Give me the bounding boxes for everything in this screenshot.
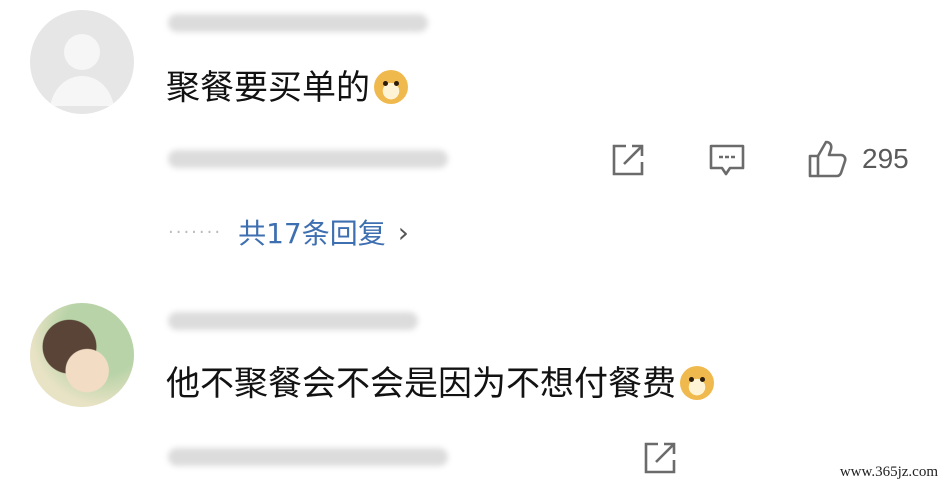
username-blurred (168, 14, 428, 32)
timestamp-blurred (168, 150, 448, 168)
comment-text: 聚餐要买单的 (166, 68, 408, 108)
username-blurred (168, 312, 418, 330)
avatar[interactable] (30, 303, 134, 407)
watermark: www.365jz.com (835, 463, 942, 482)
replies-count-label: 共17条回复 (238, 217, 386, 250)
share-button[interactable] (642, 440, 678, 476)
avatar[interactable] (30, 10, 134, 114)
timestamp-blurred (168, 448, 448, 466)
like-button[interactable]: 295 (806, 138, 909, 180)
comment-icon (709, 144, 745, 176)
chevron-right-icon: › (397, 215, 409, 249)
share-icon (644, 442, 676, 474)
reply-button[interactable] (708, 142, 746, 178)
share-icon (612, 144, 644, 176)
doge-emoji (680, 366, 714, 400)
doge-emoji (374, 70, 408, 104)
view-replies-link[interactable]: ······· 共17条回复 › (168, 212, 409, 252)
like-count: 295 (862, 143, 909, 174)
divider-dots: ······· (168, 221, 223, 243)
default-avatar-icon (50, 34, 114, 106)
comment-text: 他不聚餐会不会是因为不想付餐费 (166, 364, 714, 404)
thumbs-up-icon (808, 140, 847, 178)
share-button[interactable] (610, 142, 646, 178)
